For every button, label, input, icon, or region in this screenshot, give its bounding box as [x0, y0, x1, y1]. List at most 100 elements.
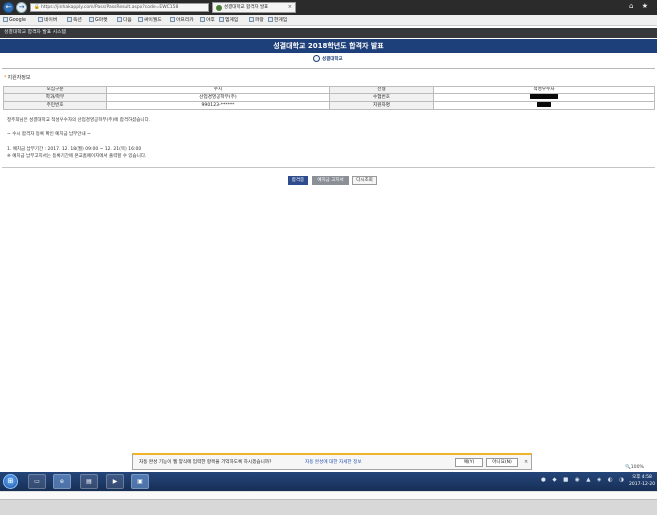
- fav-item-afreeca[interactable]: 아프리카: [170, 16, 194, 25]
- bookmark-icon: [138, 17, 143, 22]
- bookmark-icon: [249, 17, 254, 22]
- tab-close-icon[interactable]: ×: [288, 3, 292, 12]
- page-title: 성결대학교 2018학년도 합격자 발표: [273, 42, 384, 50]
- bookmark-icon: [219, 17, 224, 22]
- fav-item-naver[interactable]: 네이버: [38, 16, 57, 25]
- clock-date: 2017-12-20: [629, 481, 656, 487]
- redaction-block: [530, 94, 558, 99]
- browser-titlebar: ← → 🔒 https://jinhakapply.com/Pass/PassR…: [0, 0, 657, 15]
- message-line: 1. 예치금 납부기간 : 2017. 12. 18(월) 09:00 ~ 12…: [7, 146, 142, 152]
- table-value: 산업경영공학부(주): [106, 93, 330, 102]
- tab-passresult[interactable]: 성결대학교 합격자 발표 ×: [212, 2, 296, 13]
- fav-label: 다음: [123, 18, 132, 23]
- table-value: 적성우수자: [433, 86, 655, 94]
- internet-explorer-icon[interactable]: e: [53, 474, 71, 489]
- message-spacer: [7, 124, 647, 131]
- back-button[interactable]: ←: [3, 2, 14, 13]
- explorer-icon[interactable]: ▭: [28, 474, 46, 489]
- fav-label: 야후: [206, 18, 215, 23]
- bookmark-icon: [67, 17, 72, 22]
- table-row: 학과/학부 산업경영공학부(주) 수험번호: [3, 93, 655, 102]
- close-icon[interactable]: ×: [524, 458, 528, 467]
- bookmark-icon: [200, 17, 205, 22]
- fav-label: 아프리카: [176, 18, 194, 23]
- deposit-notice-button[interactable]: 예치금 고지서: [312, 176, 349, 185]
- home-favorites-icons[interactable]: ⌂ ★: [629, 2, 651, 10]
- table-value: 990123-******: [106, 101, 330, 110]
- action-buttons: 합격증 예치금 고지서 다시조회: [0, 176, 657, 185]
- autocomplete-notification: 자동 완성 기능이 웹 양식에 입력한 항목을 기억하도록 하시겠습니까? 자동…: [132, 453, 532, 470]
- message-line: ※ 예치금 납부고지서는 등록기간에 본교홈페이지에서 출력할 수 있습니다.: [7, 153, 147, 159]
- fav-item-daum[interactable]: 다음: [117, 16, 132, 25]
- media-player-icon[interactable]: ▶: [106, 474, 124, 489]
- bookmark-icon: [117, 17, 122, 22]
- forward-button[interactable]: →: [16, 2, 27, 13]
- page-banner: 성결대학교 2018학년도 합격자 발표: [0, 39, 657, 53]
- table-value: 수시: [106, 86, 330, 94]
- favicon-icon: [216, 5, 222, 11]
- clock-time: 오후 4:58: [632, 475, 652, 480]
- fav-item-cyworld[interactable]: 싸이월드: [138, 16, 162, 25]
- fav-item-google[interactable]: Google: [3, 16, 26, 25]
- zoom-value: 100%: [630, 465, 644, 470]
- re-search-button[interactable]: 다시조회: [352, 176, 377, 185]
- fav-label: Google: [9, 18, 26, 23]
- table-label: 모집구분: [3, 86, 107, 94]
- fav-item-parang[interactable]: 파랑: [249, 16, 264, 25]
- message-spacer: [7, 139, 647, 146]
- fav-label: 네이버: [44, 18, 58, 23]
- screen: ← → 🔒 https://jinhakapply.com/Pass/PassR…: [0, 0, 657, 515]
- footer-band: [0, 499, 657, 515]
- fav-item-mgame[interactable]: 엠게임: [219, 16, 238, 25]
- fav-label: 파랑: [255, 18, 264, 23]
- favorites-bar: Google 네이버 옥션 G마켓 다음 싸이월드 아프리카 야후 엠게임 파랑…: [0, 15, 657, 26]
- pass-certificate-button[interactable]: 합격증: [288, 176, 308, 185]
- applicant-name-cell: [433, 101, 655, 110]
- notification-link[interactable]: 자동 완성에 대한 자세한 정보: [305, 458, 362, 467]
- table-label: 학과/학부: [3, 93, 107, 102]
- system-tray-icons[interactable]: ● ◆ ■ ◉ ▲ ◈ ◐ ◑: [541, 477, 626, 483]
- fav-item-hangame[interactable]: 한게임: [268, 16, 287, 25]
- fav-item-yahoo[interactable]: 야후: [200, 16, 215, 25]
- bookmark-icon: [170, 17, 175, 22]
- address-bar[interactable]: 🔒 https://jinhakapply.com/Pass/PassResul…: [30, 3, 209, 12]
- fav-label: 싸이월드: [144, 18, 162, 23]
- address-url[interactable]: https://jinhakapply.com/Pass/PassResult.…: [41, 5, 178, 10]
- fav-label: 한게임: [274, 18, 288, 23]
- bookmark-icon: [89, 17, 94, 22]
- system-title-bar: 성결대학교 합격자 발표 시스템: [0, 28, 657, 38]
- redaction-block: [537, 102, 551, 107]
- section-heading: *지원자정보: [4, 74, 31, 81]
- notification-message: 자동 완성 기능이 웹 양식에 입력한 항목을 기억하도록 하시겠습니까?: [139, 460, 272, 465]
- fav-item-auction[interactable]: 옥션: [67, 16, 82, 25]
- table-label: 전형: [329, 86, 434, 94]
- start-button-icon[interactable]: ⊞: [3, 474, 18, 489]
- bookmark-icon: [38, 17, 43, 22]
- table-label: 수험번호: [329, 93, 434, 102]
- table-row: 주민번호 990123-****** 지원자명: [3, 101, 655, 110]
- table-label: 주민번호: [3, 101, 107, 110]
- message-line: 정주희님은 성결대학교 적성우수자의 산업경영공학부(주)에 합격하셨습니다.: [7, 118, 151, 123]
- active-window-icon[interactable]: ▣: [131, 474, 149, 489]
- bullet-icon: *: [4, 75, 7, 81]
- applicant-info-table: 모집구분 수시 전형 적성우수자 학과/학부 산업경영공학부(주) 수험번호 주…: [3, 86, 655, 110]
- university-seal-icon: [313, 55, 320, 62]
- exam-number-cell: [433, 93, 655, 102]
- yes-button[interactable]: 예(Y): [455, 458, 483, 467]
- bookmark-icon: [268, 17, 273, 22]
- fav-label: 엠게임: [225, 18, 239, 23]
- fav-label: G마켓: [95, 18, 108, 23]
- section-title: 지원자정보: [7, 75, 31, 81]
- table-label: 지원자명: [329, 101, 434, 110]
- taskbar: ⊞ ▭ e ▤ ▶ ▣ ● ◆ ■ ◉ ▲ ◈ ◐ ◑ 오후 4:58 2017…: [0, 472, 657, 491]
- zoom-level[interactable]: 🔍100%: [625, 465, 644, 470]
- fav-item-gmarket[interactable]: G마켓: [89, 16, 108, 25]
- table-row: 모집구분 수시 전형 적성우수자: [3, 86, 655, 94]
- bottom-strip: [0, 491, 657, 499]
- divider: [2, 68, 655, 69]
- folder-icon[interactable]: ▤: [80, 474, 98, 489]
- clock[interactable]: 오후 4:58 2017-12-20: [629, 475, 655, 488]
- bookmark-icon: [3, 17, 8, 22]
- no-button[interactable]: 아니요(N): [486, 458, 518, 467]
- logo-text: 성결대학교: [322, 57, 343, 62]
